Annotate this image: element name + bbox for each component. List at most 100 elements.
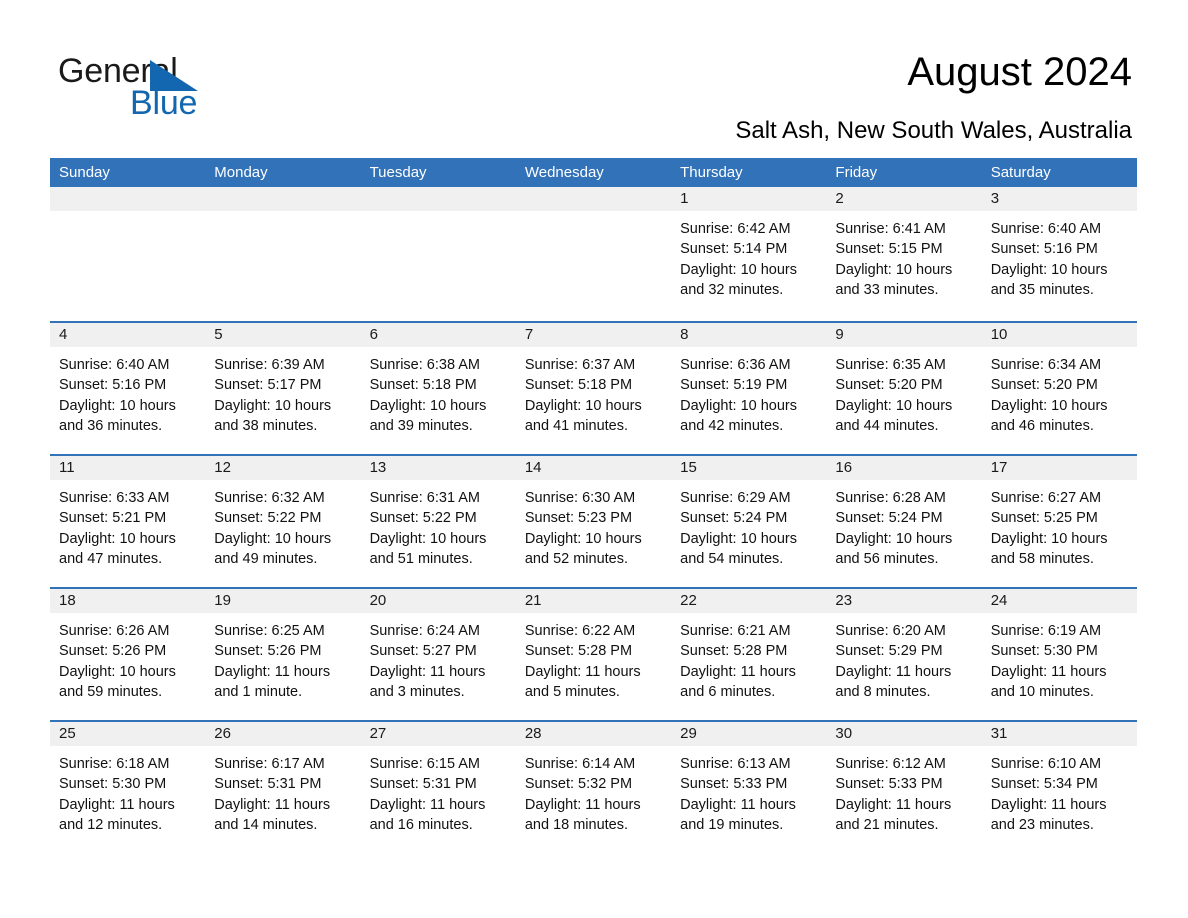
calendar-day-cell[interactable]: 5 Sunrise: 6:39 AM Sunset: 5:17 PM Daylight… [205,323,361,454]
daylight-duration-line1: Daylight: 11 hours [680,796,796,813]
sunset-time: Sunset: 5:26 PM [214,643,322,660]
page-subtitle-location: Salt Ash, New South Wales, Australia [735,117,1132,144]
sunset-time: Sunset: 5:14 PM [680,241,788,258]
calendar-day-cell[interactable]: 31 Sunrise: 6:10 AM Sunset: 5:34 PM Dayligh… [981,722,1137,853]
day-number: 9 [826,323,982,347]
day-number: 27 [360,722,516,746]
day-sun-info: Sunrise: 6:18 AM Sunset: 5:30 PM Daylight:… [50,746,205,835]
day-sun-info: Sunrise: 6:17 AM Sunset: 5:31 PM Daylight:… [205,746,360,835]
daylight-duration-line2: and 42 minutes. [680,417,784,434]
day-number: 2 [826,187,982,211]
calendar-day-cell[interactable]: 23 Sunrise: 6:20 AM Sunset: 5:29 PM Dayligh… [826,589,982,720]
calendar-day-cell[interactable]: 1 Sunrise: 6:42 AM Sunset: 5:14 PM Daylight… [671,187,827,321]
page-header: General Blue August 2024 Salt Ash, New S… [0,0,1188,152]
calendar-day-cell[interactable]: 24 Sunrise: 6:19 AM Sunset: 5:30 PM Dayligh… [981,589,1137,720]
calendar-day-cell[interactable]: 21 Sunrise: 6:22 AM Sunset: 5:28 PM Dayligh… [515,589,672,720]
daylight-duration-line1: Daylight: 10 hours [214,397,332,414]
daylight-duration-line1: Daylight: 10 hours [835,397,953,414]
calendar-day-cell[interactable]: 16 Sunrise: 6:28 AM Sunset: 5:24 PM Dayligh… [826,456,982,587]
calendar-day-cell[interactable]: 30 Sunrise: 6:12 AM Sunset: 5:33 PM Dayligh… [826,722,982,853]
day-number: 31 [981,722,1137,746]
calendar-week-row: 18 Sunrise: 6:26 AM Sunset: 5:26 PM Dayligh… [50,587,1137,720]
sunrise-time: Sunrise: 6:35 AM [835,357,946,373]
general-blue-logo[interactable]: General Blue [58,52,258,126]
calendar-day-cell[interactable]: 22 Sunrise: 6:21 AM Sunset: 5:28 PM Dayligh… [671,589,827,720]
calendar-day-cell[interactable]: 3 Sunrise: 6:40 AM Sunset: 5:16 PM Daylight… [981,187,1137,321]
calendar-day-cell-empty [360,187,516,321]
sunset-time: Sunset: 5:15 PM [835,241,943,258]
daylight-duration-line1: Daylight: 10 hours [369,530,487,547]
sunset-time: Sunset: 5:27 PM [369,643,477,660]
day-number: 28 [515,722,672,746]
daylight-duration-line1: Daylight: 11 hours [990,796,1107,813]
weekday-header-saturday: Saturday [990,164,1051,181]
calendar-day-cell[interactable]: 18 Sunrise: 6:26 AM Sunset: 5:26 PM Dayligh… [50,589,206,720]
sunset-time: Sunset: 5:16 PM [990,241,1098,258]
day-sun-info: Sunrise: 6:35 AM Sunset: 5:20 PM Daylight:… [826,347,981,436]
daylight-duration-line1: Daylight: 11 hours [369,796,486,813]
daylight-duration-line1: Daylight: 11 hours [369,663,486,680]
day-sun-info: Sunrise: 6:39 AM Sunset: 5:17 PM Daylight:… [205,347,360,436]
calendar-day-cell[interactable]: 15 Sunrise: 6:29 AM Sunset: 5:24 PM Dayligh… [671,456,827,587]
day-number: 11 [50,456,206,480]
calendar-day-cell[interactable]: 19 Sunrise: 6:25 AM Sunset: 5:26 PM Dayligh… [205,589,361,720]
calendar-day-cell[interactable]: 10 Sunrise: 6:34 AM Sunset: 5:20 PM Dayligh… [981,323,1137,454]
day-sun-info: Sunrise: 6:27 AM Sunset: 5:25 PM Daylight:… [982,480,1137,569]
weekday-header-thursday: Thursday [680,164,743,181]
calendar-weeks: 1 Sunrise: 6:42 AM Sunset: 5:14 PM Daylight… [50,187,1137,853]
daylight-duration-line2: and 59 minutes. [59,683,163,700]
sunset-time: Sunset: 5:29 PM [835,643,943,660]
day-number: 10 [981,323,1137,347]
calendar-day-cell[interactable]: 13 Sunrise: 6:31 AM Sunset: 5:22 PM Dayligh… [360,456,516,587]
day-number: 23 [826,589,982,613]
calendar-day-cell[interactable]: 6 Sunrise: 6:38 AM Sunset: 5:18 PM Daylight… [360,323,516,454]
weekday-header-friday: Friday [835,164,878,181]
sunrise-time: Sunrise: 6:13 AM [680,756,791,772]
calendar-day-cell[interactable]: 12 Sunrise: 6:32 AM Sunset: 5:22 PM Dayligh… [205,456,361,587]
day-number: 15 [671,456,827,480]
sunrise-time: Sunrise: 6:15 AM [369,756,480,772]
calendar-day-cell[interactable]: 9 Sunrise: 6:35 AM Sunset: 5:20 PM Daylight… [826,323,982,454]
calendar-day-cell[interactable]: 7 Sunrise: 6:37 AM Sunset: 5:18 PM Daylight… [515,323,672,454]
calendar-day-cell[interactable]: 27 Sunrise: 6:15 AM Sunset: 5:31 PM Dayligh… [360,722,516,853]
calendar-week-row: 4 Sunrise: 6:40 AM Sunset: 5:16 PM Daylight… [50,321,1137,454]
day-number: 12 [205,456,361,480]
daylight-duration-line2: and 39 minutes. [369,417,473,434]
day-number: 18 [50,589,206,613]
page-title: August 2024 [907,50,1132,94]
day-number: 3 [981,187,1137,211]
daylight-duration-line1: Daylight: 11 hours [990,663,1107,680]
calendar-day-cell[interactable]: 26 Sunrise: 6:17 AM Sunset: 5:31 PM Dayligh… [205,722,361,853]
calendar-day-cell[interactable]: 4 Sunrise: 6:40 AM Sunset: 5:16 PM Daylight… [50,323,206,454]
sunset-time: Sunset: 5:31 PM [214,776,322,793]
day-number: 29 [671,722,827,746]
calendar-day-cell[interactable]: 2 Sunrise: 6:41 AM Sunset: 5:15 PM Daylight… [826,187,982,321]
daylight-duration-line2: and 8 minutes. [835,683,931,700]
weekday-header-sunday: Sunday [59,164,110,181]
day-sun-info: Sunrise: 6:21 AM Sunset: 5:28 PM Daylight:… [671,613,826,702]
sunset-time: Sunset: 5:21 PM [59,510,167,527]
calendar-day-cell[interactable]: 29 Sunrise: 6:13 AM Sunset: 5:33 PM Dayligh… [671,722,827,853]
daylight-duration-line1: Daylight: 10 hours [680,261,797,278]
calendar-day-cell[interactable]: 14 Sunrise: 6:30 AM Sunset: 5:23 PM Dayligh… [515,456,672,587]
day-number: 7 [515,323,672,347]
daylight-duration-line2: and 23 minutes. [990,816,1094,833]
daylight-duration-line1: Daylight: 10 hours [369,397,487,414]
calendar-day-cell[interactable]: 25 Sunrise: 6:18 AM Sunset: 5:30 PM Dayligh… [50,722,206,853]
day-sun-info: Sunrise: 6:15 AM Sunset: 5:31 PM Daylight:… [361,746,516,835]
day-sun-info: Sunrise: 6:30 AM Sunset: 5:23 PM Daylight:… [516,480,671,569]
sunrise-time: Sunrise: 6:21 AM [680,623,791,639]
calendar-day-cell[interactable]: 20 Sunrise: 6:24 AM Sunset: 5:27 PM Dayligh… [360,589,516,720]
day-sun-info: Sunrise: 6:42 AM Sunset: 5:14 PM Daylight:… [671,211,826,300]
day-number: 21 [515,589,672,613]
daylight-duration-line1: Daylight: 10 hours [835,261,953,278]
sunrise-time: Sunrise: 6:37 AM [524,357,636,373]
calendar-day-cell[interactable]: 28 Sunrise: 6:14 AM Sunset: 5:32 PM Dayligh… [515,722,672,853]
calendar-day-cell[interactable]: 8 Sunrise: 6:36 AM Sunset: 5:19 PM Daylight… [671,323,827,454]
sunset-time: Sunset: 5:18 PM [369,377,477,394]
logo-text-blue: Blue [130,84,198,122]
daylight-duration-line1: Daylight: 10 hours [524,397,642,414]
calendar-day-cell[interactable]: 11 Sunrise: 6:33 AM Sunset: 5:21 PM Dayligh… [50,456,206,587]
calendar-day-cell[interactable]: 17 Sunrise: 6:27 AM Sunset: 5:25 PM Dayligh… [981,456,1137,587]
sunrise-time: Sunrise: 6:24 AM [369,623,480,639]
